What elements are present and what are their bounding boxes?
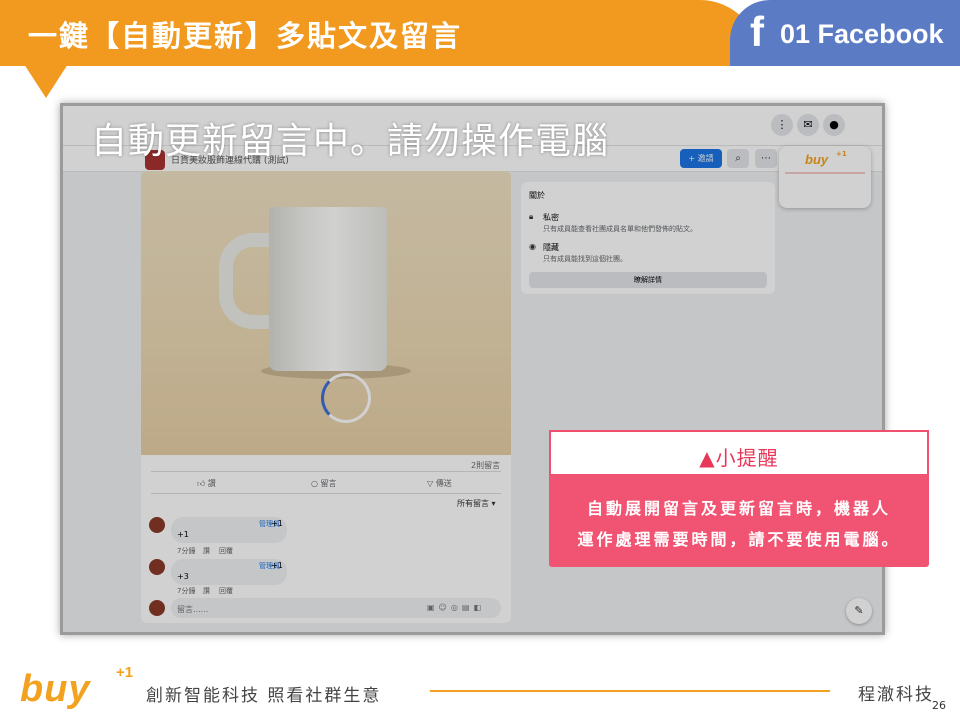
reminder-line-2: 運作處理需要時間，請不要使用電腦。 <box>577 530 901 549</box>
page-number: 26 <box>932 699 946 712</box>
slide: 一鍵【自動更新】多貼文及留言 f 01 Facebook ⋮ ✉ ● 日貨美妝服… <box>0 0 960 720</box>
reminder-header: ▲小提醒 <box>549 430 929 476</box>
reminder-body: 自動展開留言及更新留言時，機器人 運作處理需要時間，請不要使用電腦。 <box>549 475 929 567</box>
footer-slogan: 創新智能科技 照看社群生意 <box>146 686 382 706</box>
overlay-message: 自動更新留言中。請勿操作電腦 <box>91 121 610 162</box>
facebook-f-icon: f <box>750 8 764 55</box>
footer-logo-sup: +1 <box>116 664 134 681</box>
reminder-title: ▲小提醒 <box>699 446 779 470</box>
footer-divider <box>430 690 830 692</box>
reminder-line-1: 自動展開留言及更新留言時，機器人 <box>586 499 891 518</box>
slide-title: 一鍵【自動更新】多貼文及留言 <box>28 19 463 53</box>
footer-company: 程澈科技 <box>858 685 934 705</box>
section-label: 01 Facebook <box>780 19 944 49</box>
header-pointer <box>24 64 68 98</box>
footer-logo: buy <box>20 668 91 710</box>
